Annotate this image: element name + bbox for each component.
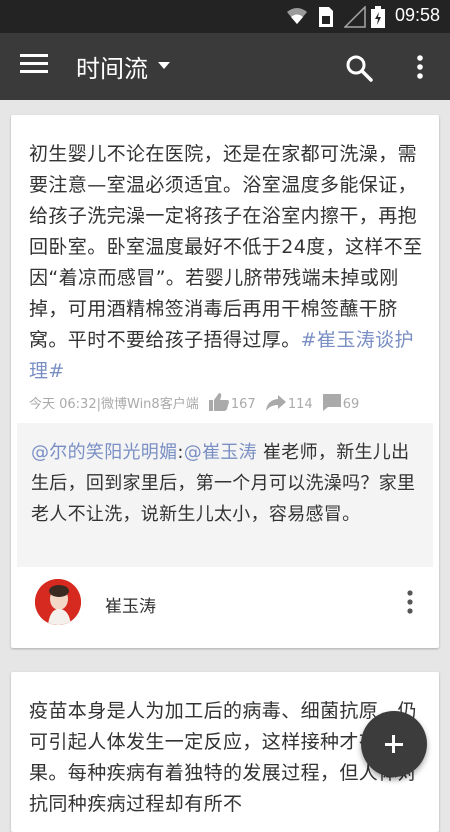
more-vert-icon[interactable]: [410, 53, 430, 83]
author-row[interactable]: 崔玉涛: [35, 579, 415, 629]
status-bar: 09:58: [0, 0, 450, 33]
compose-fab-button[interactable]: [361, 711, 427, 777]
avatar[interactable]: [35, 579, 81, 625]
quoted-user-link[interactable]: @尔的笑阳光明媚: [31, 442, 177, 463]
page-title[interactable]: 时间流: [76, 49, 148, 84]
post-meta: 今天 06:32|微博Win8客户端 167 114 69: [29, 393, 359, 412]
quoted-comment-text: @尔的笑阳光明媚:@崔玉涛 崔老师，新生儿出生后，回到家里后，第一个月可以洗澡吗…: [31, 437, 423, 530]
comment-icon[interactable]: [322, 394, 341, 411]
dropdown-caret-icon[interactable]: [158, 62, 170, 69]
menu-icon[interactable]: [20, 54, 48, 78]
search-icon[interactable]: [344, 53, 374, 83]
quoted-comment[interactable]: @尔的笑阳光明媚:@崔玉涛 崔老师，新生儿出生后，回到家里后，第一个月可以洗澡吗…: [17, 423, 433, 567]
comment-count[interactable]: 69: [343, 397, 360, 412]
battery-charging-icon: [371, 6, 385, 28]
post-text: 初生婴儿不论在医院，还是在家都可洗澡，需要注意—室温必须适宜。浴室温度多能保证，…: [29, 139, 424, 387]
repost-count[interactable]: 114: [288, 397, 313, 412]
status-time: 09:58: [394, 5, 440, 25]
author-name[interactable]: 崔玉涛: [105, 592, 156, 617]
more-vert-icon[interactable]: [405, 589, 415, 617]
repost-arrow-icon[interactable]: [265, 395, 286, 411]
post-source: 微博Win8客户端: [101, 397, 199, 412]
post-card[interactable]: 初生婴儿不论在医院，还是在家都可洗澡，需要注意—室温必须适宜。浴室温度多能保证，…: [11, 115, 439, 648]
sim-card-icon: [319, 7, 333, 27]
mention-link[interactable]: @崔玉涛: [184, 442, 257, 463]
app-bar: 时间流: [0, 33, 450, 100]
like-count[interactable]: 167: [231, 397, 256, 412]
post-time: 今天 06:32: [29, 397, 97, 412]
post-body: 初生婴儿不论在医院，还是在家都可洗澡，需要注意—室温必须适宜。浴室温度多能保证，…: [29, 143, 423, 351]
thumbs-up-icon[interactable]: [208, 393, 229, 411]
wifi-icon: [287, 8, 307, 24]
signal-icon: [344, 6, 366, 28]
